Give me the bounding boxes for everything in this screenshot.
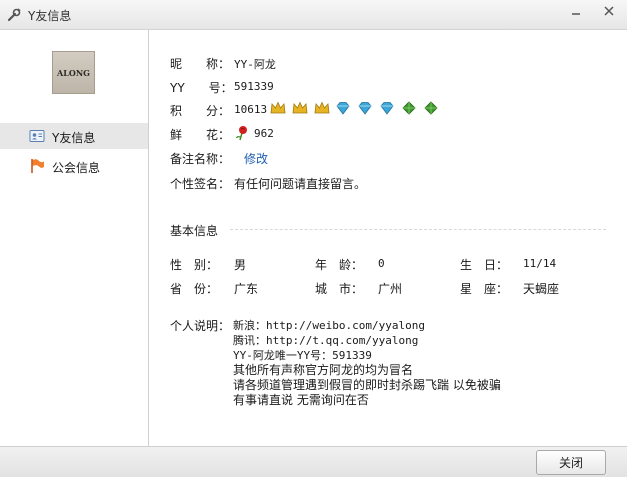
flowers-value: 962	[254, 127, 274, 140]
points-label: 积 分：	[170, 104, 231, 118]
wrench-icon	[7, 8, 21, 22]
crown-icon	[270, 101, 286, 113]
section-title-basic-info: 基本信息	[170, 224, 219, 238]
title-bar: Y友信息	[0, 0, 627, 30]
crown-icon	[292, 101, 308, 113]
rose-icon	[235, 126, 247, 141]
city-value: 广州	[378, 282, 403, 296]
footer-bar: 关闭	[0, 446, 627, 477]
level-badges	[270, 100, 441, 115]
crown-icon	[314, 101, 330, 113]
birthday-label: 生 日：	[460, 258, 509, 272]
section-divider	[230, 229, 606, 230]
close-button[interactable]: 关闭	[536, 450, 606, 475]
intro-line: 其他所有声称官方阿龙的均为冒名	[233, 363, 414, 377]
sidebar-item-label: 公会信息	[52, 161, 101, 175]
gender-label: 性 别：	[170, 258, 219, 272]
province-value: 广东	[234, 282, 259, 296]
minimize-button[interactable]	[563, 0, 589, 22]
birthday-value: 11/14	[523, 257, 557, 270]
window-title: Y友信息	[28, 9, 72, 23]
sidebar-item-label: Y友信息	[52, 131, 96, 145]
intro-line: 腾讯：http://t.qq.com/yyalong	[233, 334, 419, 347]
sidebar-item-guild-info[interactable]: 公会信息	[0, 153, 148, 179]
contact-card-icon	[29, 130, 45, 142]
yy-number-label: YY 号：	[170, 81, 233, 95]
zodiac-label: 星 座：	[460, 282, 509, 296]
close-icon	[604, 6, 614, 16]
nickname-value: YY-阿龙	[234, 58, 276, 71]
minimize-icon	[572, 13, 580, 15]
yy-number-value: 591339	[234, 80, 274, 93]
avatar: ALONG	[52, 51, 95, 94]
age-value: 0	[378, 257, 385, 270]
signature-label: 个性签名：	[170, 177, 231, 191]
diamond-icon	[358, 101, 372, 115]
intro-line: 有事请直说 无需询问在否	[233, 393, 369, 407]
flowers-label: 鲜 花：	[170, 128, 231, 142]
sidebar: ALONG Y友信息 公会信息	[0, 30, 149, 446]
intro-line: YY-阿龙唯一YY号：591339	[233, 349, 372, 362]
edit-remark-link[interactable]: 修改	[244, 150, 268, 167]
flag-icon	[31, 159, 44, 173]
avatar-logo-text: ALONG	[57, 67, 90, 78]
age-label: 年 龄：	[315, 258, 364, 272]
intro-text: 新浪：http://weibo.com/yyalong 腾讯：http://t.…	[233, 318, 501, 408]
city-label: 城 市：	[315, 282, 364, 296]
intro-line: 请各频道管理遇到假冒的即时封杀踢飞踹 以免被骗	[233, 378, 501, 392]
close-window-button[interactable]	[593, 0, 625, 22]
points-value: 10613	[234, 103, 268, 116]
zodiac-value: 天蝎座	[523, 282, 560, 296]
diamond-icon	[336, 101, 350, 115]
diamond-icon	[380, 101, 394, 115]
signature-value: 有任何问题请直接留言。	[234, 177, 367, 191]
intro-label: 个人说明：	[170, 319, 231, 333]
gender-value: 男	[234, 258, 247, 272]
sidebar-item-y-friend-info[interactable]: Y友信息	[0, 123, 148, 149]
remark-label: 备注名称：	[170, 152, 231, 166]
province-label: 省 份：	[170, 282, 219, 296]
intro-line: 新浪：http://weibo.com/yyalong	[233, 319, 425, 332]
nickname-label: 昵 称：	[170, 57, 231, 71]
leaf-icon	[424, 100, 438, 115]
leaf-icon	[402, 100, 416, 115]
